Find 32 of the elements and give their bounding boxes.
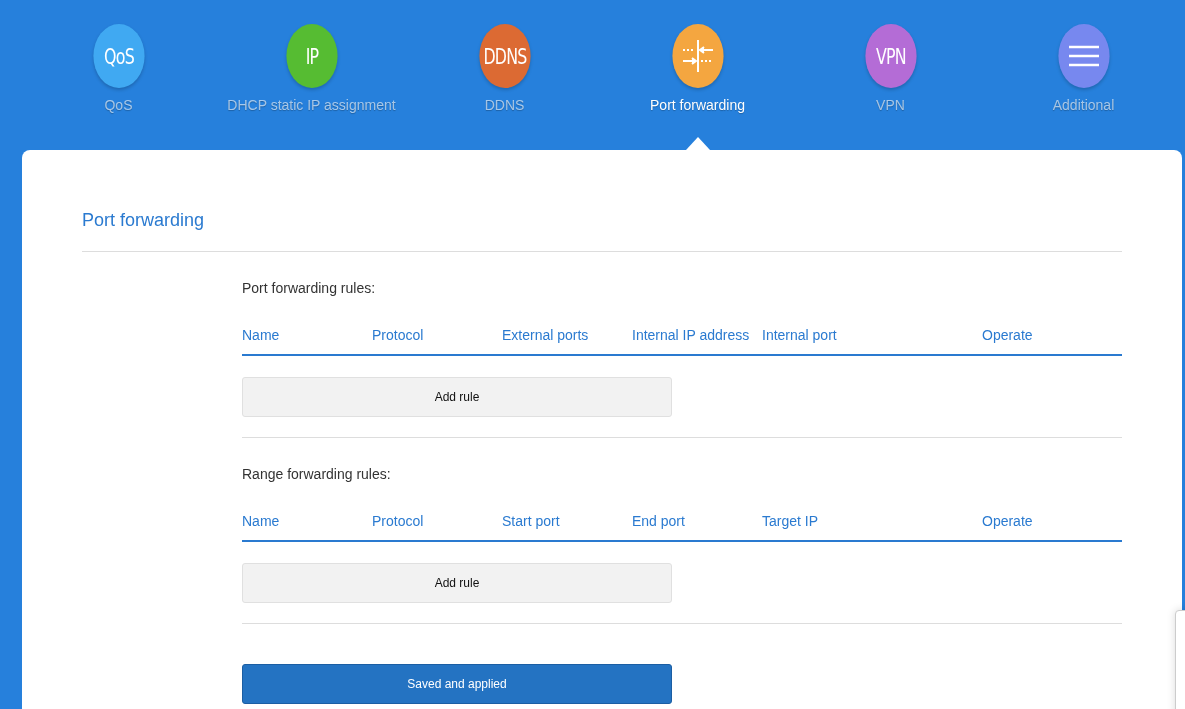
- column-header: Target IP: [762, 513, 820, 529]
- column-header: Name: [242, 327, 281, 343]
- column-header: Internal IP address: [632, 327, 751, 343]
- add-rule-button[interactable]: Add rule: [242, 563, 672, 603]
- nav-icon-circle[interactable]: IP: [285, 24, 338, 88]
- nav-label[interactable]: Port forwarding: [650, 97, 745, 113]
- add-rule-button[interactable]: Add rule: [242, 377, 672, 417]
- column-header: End port: [632, 513, 686, 529]
- icon-text: VPN: [875, 43, 906, 69]
- nav-label[interactable]: DHCP static IP assignment: [227, 97, 396, 113]
- section-title: Range forwarding rules:: [242, 466, 392, 482]
- column-header: Protocol: [372, 513, 425, 529]
- nav-label[interactable]: DDNS: [484, 97, 525, 113]
- icon-text: DDNS: [482, 43, 527, 69]
- nav-icon-circle[interactable]: QoS: [92, 24, 145, 88]
- column-header: Start port: [502, 513, 561, 529]
- section-title: Port forwarding rules:: [242, 280, 377, 296]
- icon-text: IP: [305, 43, 318, 69]
- page-title: Port forwarding: [82, 206, 1122, 252]
- column-header: Operate: [982, 513, 1034, 529]
- nav-label[interactable]: Additional: [1052, 97, 1115, 113]
- column-header: Internal port: [762, 327, 838, 343]
- nav-label[interactable]: VPN: [876, 97, 905, 113]
- nav-label[interactable]: QoS: [104, 97, 133, 113]
- column-header: Name: [242, 513, 281, 529]
- column-header: External ports: [502, 327, 590, 343]
- icon-text: QoS: [103, 43, 134, 69]
- save-button[interactable]: Saved and applied: [242, 664, 672, 704]
- nav-icon-circle[interactable]: VPN: [864, 24, 917, 88]
- nav-icon-circle[interactable]: DDNS: [478, 24, 531, 88]
- column-header: Operate: [982, 327, 1034, 343]
- column-header: Protocol: [372, 327, 425, 343]
